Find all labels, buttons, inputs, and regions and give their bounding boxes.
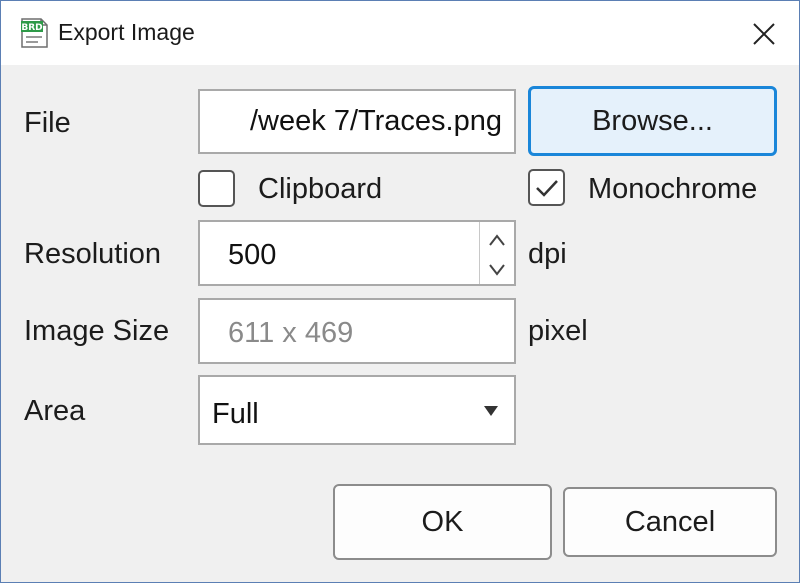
file-path-input[interactable]: /week 7/Traces.png <box>198 89 516 154</box>
triangle-down-icon <box>484 406 498 416</box>
resolution-value: 500 <box>228 239 277 271</box>
svg-text:BRD: BRD <box>21 23 42 33</box>
area-label: Area <box>24 395 86 427</box>
image-size-value: 611 x 469 <box>228 317 354 349</box>
close-button[interactable] <box>741 11 787 57</box>
image-size-label: Image Size <box>24 315 170 347</box>
area-selected-value: Full <box>212 398 259 430</box>
triangle-down-icon <box>489 263 505 276</box>
resolution-spinbox[interactable]: 500 <box>198 220 516 286</box>
cancel-button[interactable]: Cancel <box>563 487 777 557</box>
monochrome-checkbox[interactable] <box>528 169 565 206</box>
window-title: Export Image <box>58 19 195 45</box>
resolution-unit: dpi <box>528 238 567 270</box>
close-icon <box>753 23 775 45</box>
checkmark-icon <box>535 179 558 197</box>
file-path-value: /week 7/Traces.png <box>250 105 502 137</box>
brd-document-icon: BRD <box>21 18 48 48</box>
clipboard-checkbox[interactable] <box>198 170 235 207</box>
area-dropdown[interactable]: Full <box>198 375 516 445</box>
file-label: File <box>24 107 71 139</box>
triangle-up-icon <box>489 233 505 246</box>
clipboard-label: Clipboard <box>258 173 383 205</box>
image-size-field: 611 x 469 <box>198 298 516 364</box>
spin-up-button[interactable] <box>484 226 510 253</box>
spin-divider <box>479 222 480 284</box>
resolution-label: Resolution <box>24 238 162 270</box>
browse-button[interactable]: Browse... <box>528 86 777 156</box>
monochrome-label: Monochrome <box>588 173 758 205</box>
ok-button[interactable]: OK <box>333 484 552 560</box>
spin-down-button[interactable] <box>484 256 510 283</box>
image-size-unit: pixel <box>528 315 588 347</box>
title-bar: BRD Export Image <box>1 1 799 65</box>
export-image-dialog: BRD Export Image File /week 7/Traces.png… <box>0 0 800 583</box>
